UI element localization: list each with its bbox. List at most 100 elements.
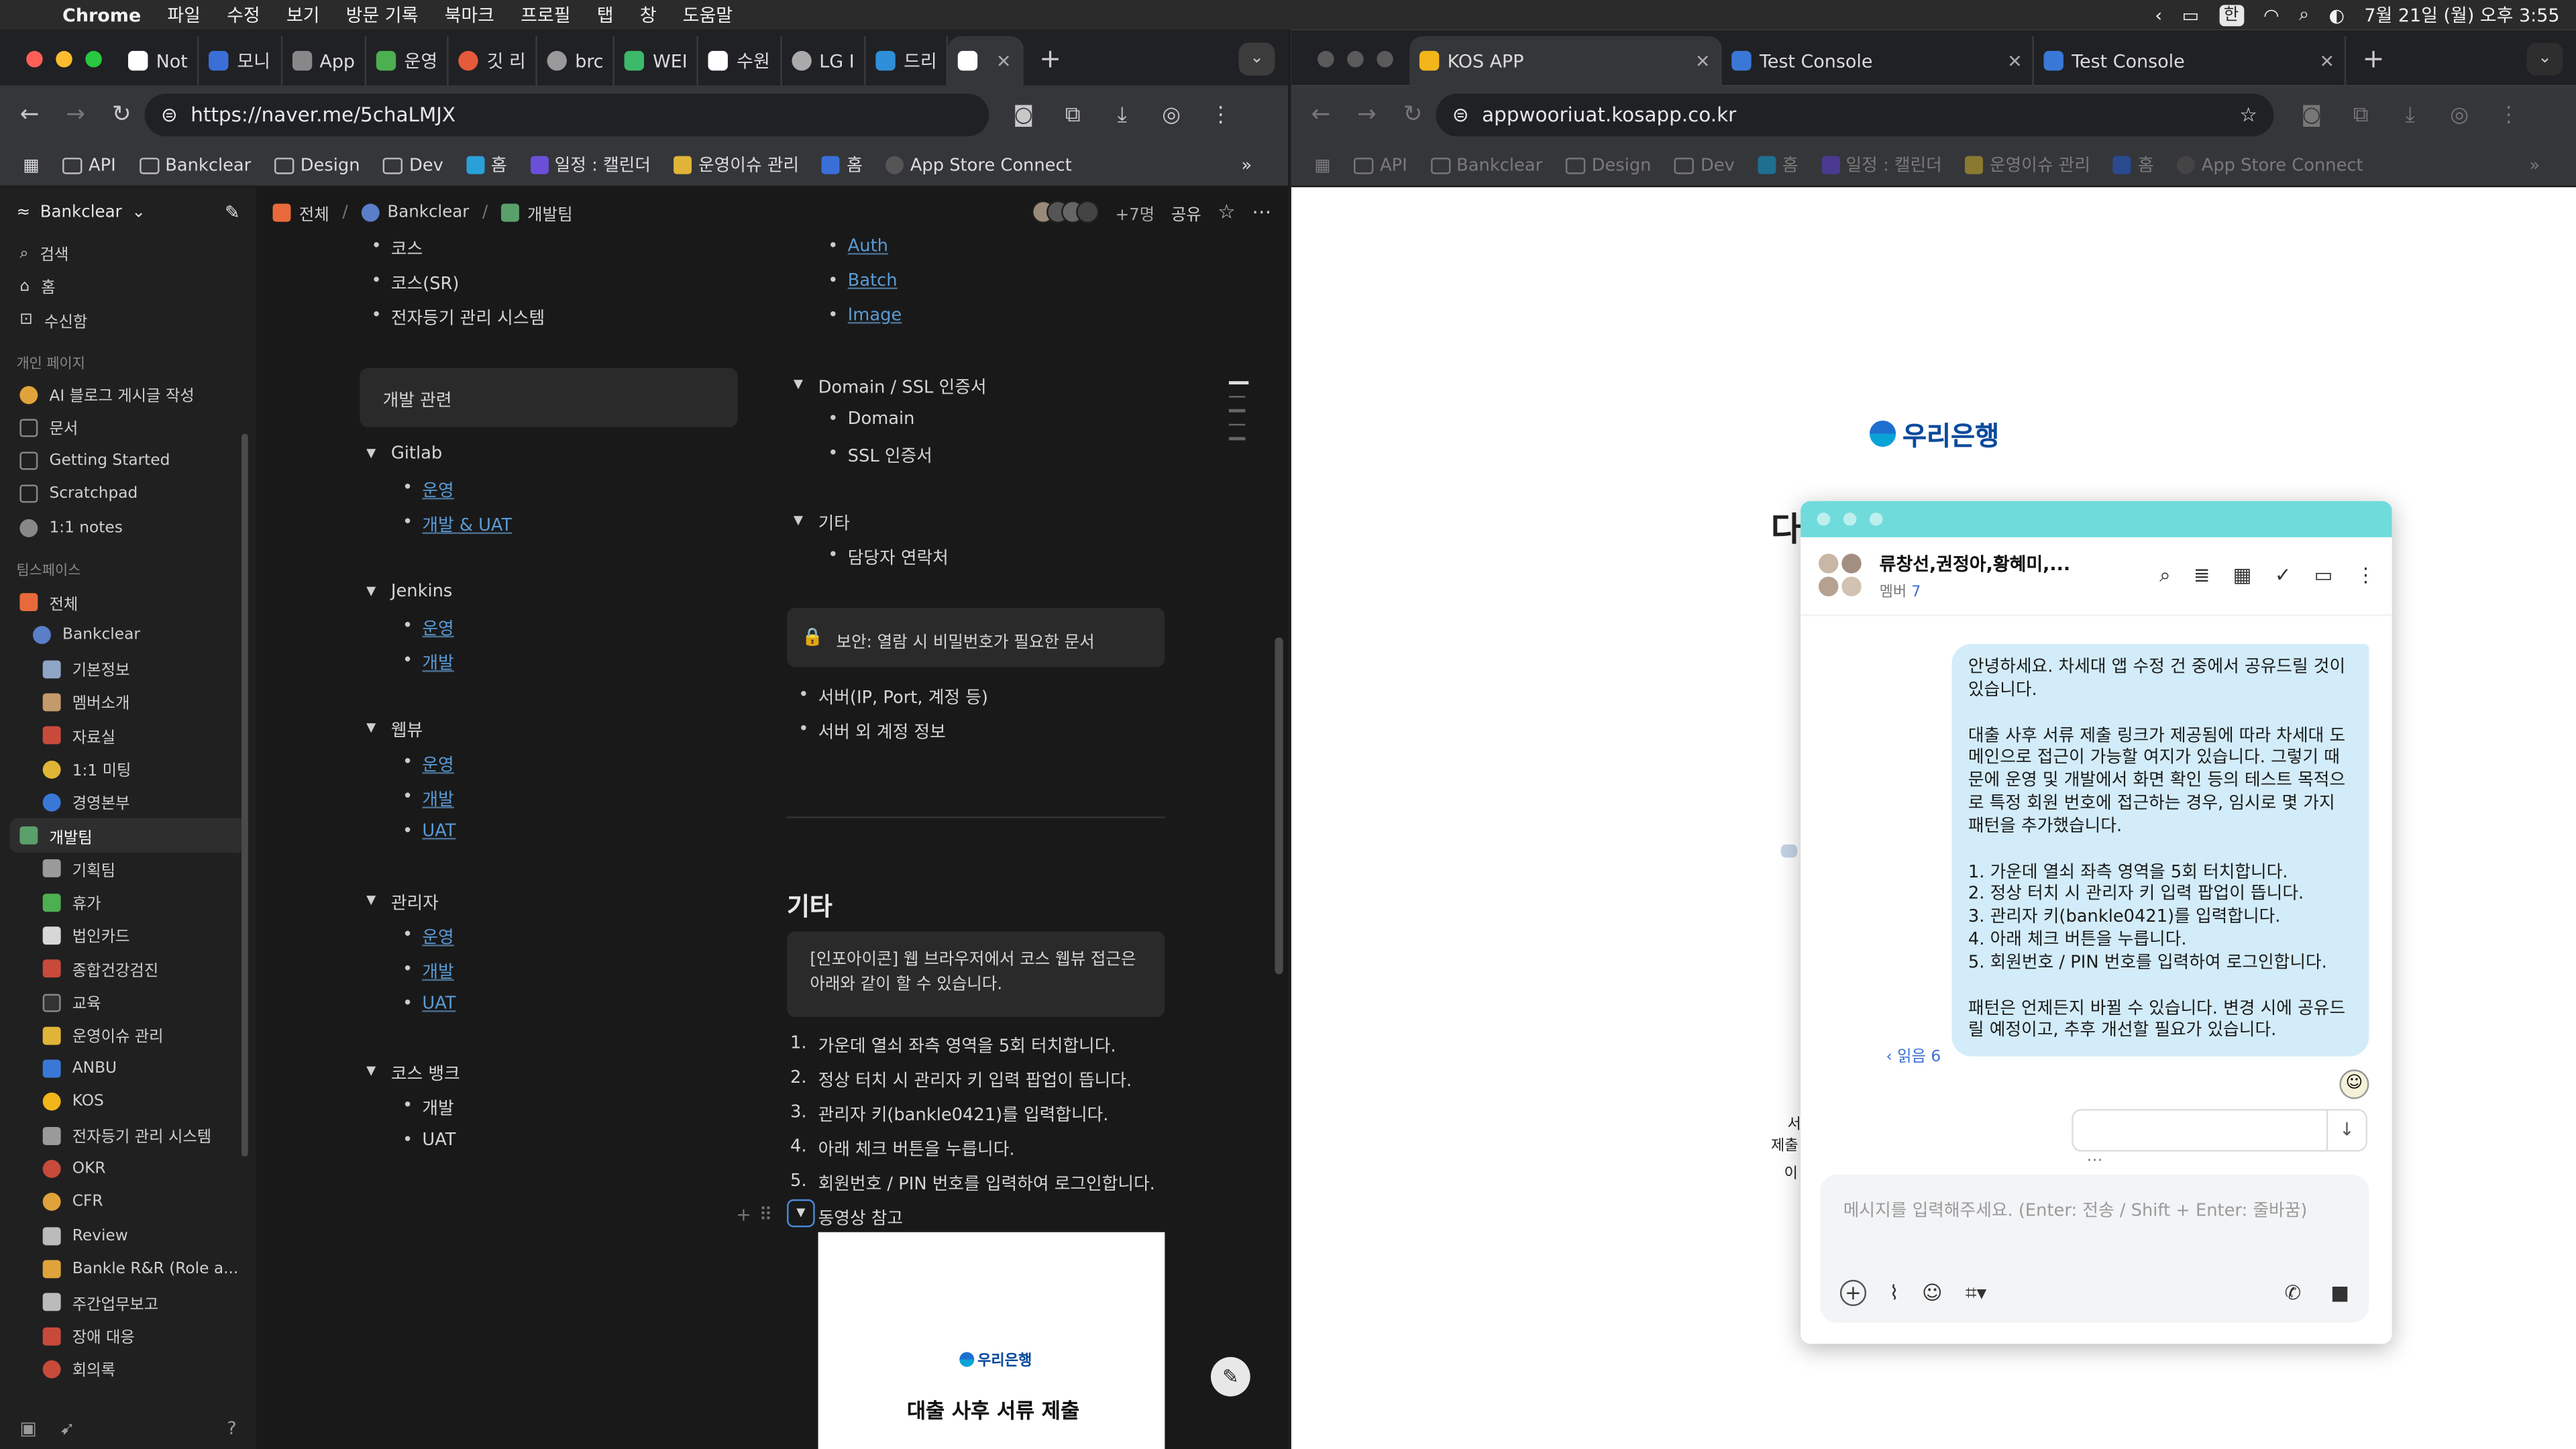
- toggle-domain[interactable]: Domain / SSL 인증서: [794, 374, 987, 399]
- menu-window[interactable]: 창: [627, 1, 669, 28]
- bookmark-link[interactable]: 운영이슈 관리: [662, 153, 810, 178]
- chat-minimize-button[interactable]: [1843, 513, 1857, 526]
- browser-tab[interactable]: 운영: [366, 36, 449, 86]
- browser-tab[interactable]: LG I: [782, 36, 866, 86]
- message-composer[interactable]: 메시지를 입력해주세요. (Enter: 전송 / Shift + Enter:…: [1820, 1175, 2369, 1323]
- sidebar-item[interactable]: 1:1 미팅: [0, 752, 256, 786]
- sidebar-item[interactable]: Review: [0, 1219, 256, 1252]
- crop-capture-icon[interactable]: ⌗▾: [1966, 1281, 1986, 1305]
- info-callout[interactable]: [인포아이콘] 웹 브라우저에서 코스 웹뷰 접근은 아래와 같이 할 수 있습…: [787, 931, 1165, 1017]
- menu-profiles[interactable]: 프로필: [508, 1, 584, 28]
- toggle-kos-bank[interactable]: 코스 뱅크: [366, 1061, 460, 1086]
- sidebar-item[interactable]: AI 블로그 게시글 작성: [0, 378, 256, 411]
- close-tab-icon[interactable]: ✕: [1685, 50, 1711, 72]
- screenshot-icon[interactable]: ◙: [999, 103, 1048, 127]
- reload-icon[interactable]: ↻: [99, 102, 145, 128]
- notes-icon[interactable]: ≣: [2194, 564, 2210, 588]
- breadcrumb-item[interactable]: 개발팀: [500, 200, 573, 224]
- bookmark-folder[interactable]: Design: [1554, 155, 1662, 175]
- sidebar-scrollbar[interactable]: [241, 433, 248, 1157]
- menu-tab[interactable]: 탭: [584, 1, 627, 28]
- minimize-window-button[interactable]: [56, 50, 72, 68]
- folder-icon[interactable]: ▭: [2314, 564, 2333, 588]
- new-page-icon[interactable]: ✎: [225, 201, 240, 223]
- sidebar-home[interactable]: ⌂ 홈: [0, 270, 256, 303]
- menu-history[interactable]: 방문 기록: [333, 1, 431, 28]
- bookmark-link[interactable]: 운영이슈 관리: [1953, 153, 2102, 178]
- toggle-video[interactable]: 동영상 참고: [818, 1206, 903, 1231]
- browser-tab[interactable]: Test Console ✕: [2034, 36, 2347, 86]
- bookmark-link[interactable]: 홈: [810, 153, 874, 178]
- forward-icon[interactable]: →: [52, 102, 99, 128]
- sidebar-item[interactable]: 교육: [0, 985, 256, 1019]
- more-dots-icon[interactable]: ⋯: [2086, 1152, 2102, 1170]
- more-options-icon[interactable]: ⋯: [1252, 201, 1271, 223]
- chat-close-button[interactable]: [1817, 513, 1831, 526]
- zoom-window-button[interactable]: [85, 50, 102, 68]
- link-item[interactable]: Image: [828, 306, 902, 325]
- page-scrollbar[interactable]: [1275, 637, 1283, 975]
- bookmark-folder[interactable]: Design: [262, 155, 371, 175]
- task-check-icon[interactable]: ✓: [2275, 564, 2292, 588]
- link-item[interactable]: 운영: [402, 925, 453, 950]
- bookmarks-overflow-icon[interactable]: »: [1230, 155, 1288, 174]
- tab-search-button[interactable]: ⌄: [1238, 42, 1275, 76]
- dev-callout[interactable]: 개발 관련: [360, 368, 738, 427]
- minimize-window-button[interactable]: [1347, 50, 1364, 68]
- menu-view[interactable]: 보기: [273, 1, 333, 28]
- browser-tab[interactable]: 깃 리: [449, 36, 537, 86]
- help-icon[interactable]: ?: [227, 1417, 236, 1438]
- sidebar-item[interactable]: 1:1 notes: [0, 511, 256, 545]
- zoom-window-button[interactable]: [1377, 50, 1393, 68]
- download-icon[interactable]: ⤓: [2385, 103, 2434, 127]
- phone-icon[interactable]: ✆: [2285, 1281, 2302, 1304]
- table-of-contents[interactable]: [1228, 381, 1249, 451]
- chevron-left-icon[interactable]: ‹: [2155, 4, 2162, 25]
- sidebar-section-teamspace[interactable]: 팀스페이스: [0, 545, 256, 586]
- close-window-button[interactable]: [1318, 50, 1334, 68]
- video-embed[interactable]: 우리은행 대출 사후 서류 제출: [818, 1232, 1165, 1449]
- ai-assistant-button[interactable]: ✎: [1210, 1356, 1250, 1397]
- bookmark-link[interactable]: 홈: [2102, 153, 2165, 178]
- sidebar-item[interactable]: 전체: [0, 586, 256, 619]
- video-call-icon[interactable]: ■: [2330, 1281, 2349, 1304]
- sidebar-item[interactable]: 법인카드: [0, 919, 256, 953]
- bookmark-folder[interactable]: API: [1342, 155, 1419, 175]
- my-avatar[interactable]: ☺: [2339, 1069, 2369, 1099]
- browser-tab[interactable]: brc: [537, 36, 615, 86]
- bookmark-link[interactable]: 홈: [455, 153, 519, 178]
- input-method-indicator[interactable]: 한: [2218, 4, 2244, 25]
- bookmark-star-icon[interactable]: ☆: [2240, 103, 2257, 126]
- sidebar-item[interactable]: 회의록: [0, 1352, 256, 1386]
- group-avatar[interactable]: [1817, 551, 1866, 600]
- sidebar-inbox[interactable]: ⊡ 수신함: [0, 303, 256, 337]
- bookmark-link[interactable]: 홈: [1746, 153, 1810, 178]
- sidebar-item[interactable]: 멤버소개: [0, 686, 256, 719]
- share-button[interactable]: 공유: [1171, 200, 1201, 224]
- collaborator-avatars[interactable]: [1031, 200, 1099, 224]
- wifi-icon[interactable]: ◠: [2263, 4, 2279, 25]
- toggle-etc[interactable]: 기타: [793, 511, 850, 536]
- reload-icon[interactable]: ↻: [1390, 102, 1436, 128]
- link-item[interactable]: 개발: [402, 959, 453, 984]
- profile-icon[interactable]: ◎: [2434, 103, 2483, 127]
- scroll-down-icon[interactable]: ↓: [2326, 1110, 2366, 1150]
- toggle-jenkins[interactable]: Jenkins: [366, 582, 453, 601]
- bookmark-folder[interactable]: Bankclear: [1419, 155, 1554, 175]
- sidebar-item[interactable]: CFR: [0, 1185, 256, 1219]
- bookmarks-overflow-icon[interactable]: »: [2518, 155, 2576, 174]
- trash-icon[interactable]: ▣: [19, 1417, 36, 1438]
- tab-search-button[interactable]: ⌄: [2526, 42, 2563, 76]
- sidebar-item[interactable]: 기본정보: [0, 652, 256, 686]
- menu-edit[interactable]: 수정: [214, 1, 274, 28]
- menu-file[interactable]: 파일: [154, 1, 214, 28]
- browser-tab[interactable]: 드리: [866, 36, 949, 86]
- back-icon[interactable]: ←: [1298, 102, 1344, 128]
- more-menu-icon[interactable]: ⋮: [1196, 103, 1245, 127]
- link-item[interactable]: 운영: [402, 478, 453, 503]
- workspace-switcher[interactable]: ≈ Bankclear ⌄ ✎: [0, 187, 256, 236]
- chat-zoom-button[interactable]: [1869, 513, 1883, 526]
- keyboard-icon[interactable]: ▭: [2182, 4, 2199, 25]
- sidebar-item[interactable]: 기획팀: [0, 852, 256, 885]
- sidebar-item[interactable]: 종합건강검진: [0, 953, 256, 986]
